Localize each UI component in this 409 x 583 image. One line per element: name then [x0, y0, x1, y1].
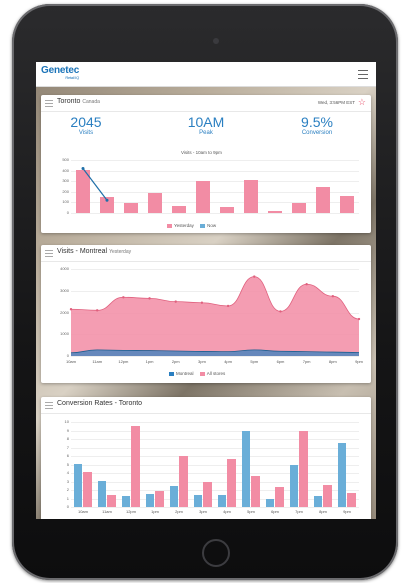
y-tick-label: 4	[66, 470, 69, 475]
top-bar: Genetec Retail IQ	[36, 62, 376, 87]
all-stores-point	[69, 308, 73, 311]
blue-bar	[193, 495, 203, 507]
pink-bar	[107, 495, 116, 507]
all-stores-point	[200, 301, 204, 304]
y-tick-label: 2	[66, 487, 69, 492]
all-stores-point	[253, 275, 256, 278]
now-series-line	[82, 168, 108, 201]
pink-bar	[275, 487, 284, 507]
brand-logo[interactable]: Genetec Retail IQ	[41, 65, 79, 80]
card-header: Conversion Rates - Toronto	[41, 397, 371, 414]
x-tick-label: 1pm	[145, 359, 154, 364]
camera	[213, 38, 219, 44]
x-tick-label: 4pm	[224, 359, 232, 364]
y-tick-label: 5	[66, 461, 69, 467]
grid-line	[71, 473, 359, 474]
y-tick-label: 9	[66, 427, 69, 433]
blue-bar	[241, 430, 251, 507]
toronto-card: Toronto Canada Wed, 3:56PM EST ☆ 2045 Visi…	[41, 95, 371, 233]
pink-bar	[131, 426, 140, 507]
pink-bar	[323, 484, 332, 507]
x-tick-label: 10am	[77, 509, 88, 514]
grid-line	[71, 456, 359, 457]
all-stores-point	[148, 297, 151, 300]
blue-bar	[97, 480, 107, 507]
all-stores-point	[122, 296, 125, 299]
grid-line	[71, 507, 359, 508]
x-tick-label: 9pm	[355, 359, 363, 364]
x-tick-label: 2pm	[175, 509, 183, 514]
x-tick-label: 4pm	[223, 509, 231, 514]
y-tick-label: 8	[66, 436, 69, 441]
blue-bar	[289, 464, 299, 507]
grid-line	[71, 481, 359, 483]
pink-bar	[347, 492, 356, 507]
all-stores-point	[174, 300, 177, 303]
x-tick-label: 12pm	[125, 509, 136, 514]
grid-line	[71, 447, 359, 449]
blue-bar	[217, 495, 227, 507]
y-tick-label: 3	[66, 478, 69, 484]
x-tick-label: 7pm	[295, 509, 303, 514]
grid-line	[71, 464, 359, 466]
drag-handle-icon[interactable]	[45, 402, 53, 409]
home-button[interactable]	[202, 539, 230, 567]
x-tick-label: 1pm	[151, 509, 159, 514]
grid-line	[71, 439, 359, 440]
y-tick-label: 7	[66, 444, 69, 450]
now-point	[81, 166, 85, 170]
pink-bar	[83, 472, 92, 507]
blue-bar	[313, 495, 323, 507]
x-tick-label: 3pm	[199, 509, 207, 514]
x-tick-label: 5pm	[250, 359, 259, 364]
y-tick-label: 6	[66, 453, 69, 458]
now-line-layer	[81, 166, 109, 202]
blue-bar	[145, 494, 155, 507]
x-tick-label: 8pm	[328, 359, 337, 364]
y-tick-label: 1	[66, 495, 69, 501]
y-tick-label: 10	[64, 419, 69, 424]
x-tick-label: 6pm	[271, 509, 279, 514]
conversion-card: Conversion Rates - Toronto 10 9 8 7 6 5 4 3 2 1 0 1…	[41, 397, 371, 519]
all-stores-point	[331, 294, 335, 298]
montreal-card: Visits - Montreal Yesterday Montreal All …	[41, 245, 371, 383]
x-tick-label: 6pm	[276, 359, 285, 364]
all-stores-area	[71, 276, 359, 356]
pink-bar	[179, 456, 188, 507]
blue-bar	[337, 443, 347, 507]
blue-bar	[121, 495, 131, 507]
blue-bar	[265, 498, 275, 507]
menu-icon[interactable]	[358, 70, 368, 79]
pink-bar	[227, 459, 236, 507]
x-tick-label: 8pm	[319, 509, 327, 514]
all-stores-point	[95, 309, 99, 312]
pink-bar	[155, 490, 164, 507]
blue-bar	[169, 485, 179, 507]
y-tick-label: 0	[66, 504, 69, 509]
x-tick-label: 2pm	[171, 359, 180, 364]
x-tick-label: 5pm	[247, 509, 255, 514]
all-stores-point	[226, 304, 230, 308]
grid-line	[71, 422, 359, 423]
x-tick-label: 3pm	[198, 359, 206, 364]
x-tick-label: 11am	[92, 359, 103, 364]
x-tick-label: 9pm	[343, 509, 351, 514]
x-tick-label: 10am	[65, 359, 76, 364]
app-screen: Genetec Retail IQ Toronto Canada Wed, 3:56…	[36, 62, 376, 519]
all-stores-point	[305, 283, 308, 286]
grid-line	[71, 490, 359, 491]
x-tick-label: 12pm	[118, 359, 129, 364]
pink-bar	[203, 482, 212, 507]
x-tick-label: 11am	[102, 509, 112, 514]
all-stores-point	[357, 317, 361, 321]
grid-line	[71, 430, 359, 432]
card-title: Conversion Rates - Toronto	[57, 400, 143, 407]
all-stores-point	[279, 310, 282, 313]
now-point	[105, 198, 109, 202]
pink-bar	[299, 430, 308, 507]
pink-bar	[251, 475, 260, 507]
blue-bar	[73, 463, 83, 507]
x-tick-label: 7pm	[302, 359, 311, 364]
